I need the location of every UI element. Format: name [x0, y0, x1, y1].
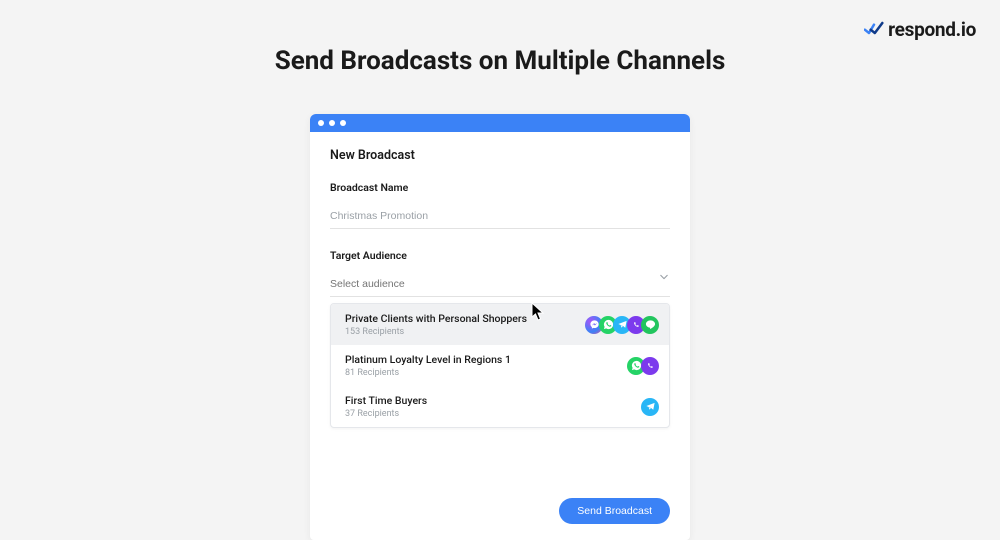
broadcast-panel: New Broadcast Broadcast Name Target Audi… [310, 132, 690, 446]
window-dot [318, 120, 324, 126]
page-headline: Send Broadcasts on Multiple Channels [0, 0, 1000, 76]
audience-select[interactable] [330, 278, 670, 297]
audience-option-title: Platinum Loyalty Level in Regions 1 [345, 353, 511, 366]
audience-option[interactable]: Platinum Loyalty Level in Regions 1 81 Re… [331, 345, 669, 386]
audience-option-title: First Time Buyers [345, 394, 427, 407]
viber-icon [641, 357, 659, 375]
window-dot [340, 120, 346, 126]
audience-dropdown: Private Clients with Personal Shoppers 15… [330, 303, 670, 428]
telegram-icon [641, 398, 659, 416]
broadcast-window: New Broadcast Broadcast Name Target Audi… [310, 114, 690, 540]
audience-option[interactable]: First Time Buyers 37 Recipients [331, 386, 669, 427]
audience-option[interactable]: Private Clients with Personal Shoppers 15… [331, 304, 669, 345]
brand-logo: respond.io [864, 18, 976, 41]
line-icon [641, 316, 659, 334]
brand-name: respond.io [888, 18, 976, 41]
target-audience-label: Target Audience [330, 249, 670, 262]
window-titlebar [310, 114, 690, 132]
broadcast-name-input[interactable] [330, 210, 670, 229]
send-broadcast-button[interactable]: Send Broadcast [559, 498, 670, 524]
window-dot [329, 120, 335, 126]
broadcast-name-label: Broadcast Name [330, 181, 670, 194]
audience-option-sub: 81 Recipients [345, 368, 511, 378]
audience-option-title: Private Clients with Personal Shoppers [345, 312, 527, 325]
logo-mark-icon [864, 20, 884, 39]
audience-option-sub: 37 Recipients [345, 409, 427, 419]
panel-title: New Broadcast [330, 148, 670, 163]
audience-option-sub: 153 Recipients [345, 327, 527, 337]
